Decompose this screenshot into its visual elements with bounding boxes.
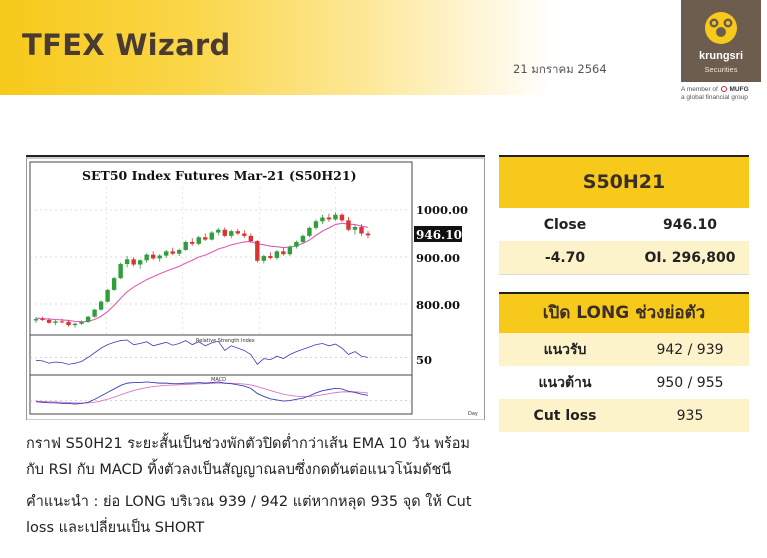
- mufg-brand: MUFG: [729, 86, 749, 93]
- logo-name: krungsri: [698, 50, 743, 62]
- open-interest-value: OI. 296,800: [644, 249, 736, 266]
- candle-body: [216, 229, 221, 233]
- price-label-1000: 1000.00: [416, 203, 468, 217]
- candle-body: [209, 232, 214, 240]
- last-price-tag: 946.10: [416, 228, 462, 242]
- logo-sub: Securities: [704, 65, 738, 74]
- price-chart: SET50 Index Futures Mar-21 (S50H21) 1000…: [26, 155, 485, 420]
- candle-body: [124, 259, 130, 265]
- candle-body: [92, 309, 97, 317]
- resistance-label: แนวต้าน: [538, 374, 592, 391]
- krungsri-logo: krungsri Securities: [681, 0, 761, 82]
- candle-body: [177, 249, 182, 254]
- candle-body: [137, 260, 143, 265]
- rsi-level-label: 50: [416, 353, 432, 367]
- candle-body: [66, 321, 71, 326]
- mufg-tagline: A member of MUFG a global financial grou…: [681, 86, 749, 102]
- candle-body: [248, 235, 254, 242]
- commentary-line-1: กราฟ S50H21 ระยะสั้นเป็นช่วงพักตัวปิดต่ำ…: [26, 436, 470, 452]
- commentary-line-4: loss และเปลี่ยนเป็น SHORT: [26, 520, 205, 536]
- cutloss-row: Cut loss 935: [499, 399, 749, 432]
- candle-body: [98, 301, 104, 310]
- rsi-indicator-label: Relative Strength Index: [196, 338, 255, 344]
- symbol-header: S50H21: [499, 155, 749, 208]
- candle-body: [274, 251, 280, 258]
- candle-body: [242, 233, 247, 236]
- chart-title: SET50 Index Futures Mar-21 (S50H21): [82, 168, 356, 183]
- resistance-value: 950 / 955: [656, 374, 724, 391]
- strategy-panel: เปิด LONG ช่วงย่อตัว แนวรับ 942 / 939 แน…: [499, 292, 749, 432]
- strategy-header: เปิด LONG ช่วงย่อตัว: [499, 292, 749, 333]
- candle-body: [105, 289, 110, 302]
- commentary: กราฟ S50H21 ระยะสั้นเป็นช่วงพักตัวปิดต่ำ…: [26, 431, 496, 541]
- chart-outer-frame: [26, 157, 485, 420]
- price-label-900: 900.00: [416, 251, 460, 265]
- mufg-dot-icon: [720, 86, 727, 93]
- support-value: 942 / 939: [656, 341, 724, 358]
- close-row: Close 946.10: [499, 208, 749, 241]
- mufg-line1: A member of: [681, 86, 718, 93]
- candle-body: [72, 323, 78, 326]
- candle-body: [85, 316, 91, 322]
- axis-end-label: Day: [468, 411, 478, 417]
- candle-body: [53, 321, 58, 323]
- candle-body: [33, 319, 39, 321]
- price-chart-svg: SET50 Index Futures Mar-21 (S50H21) 1000…: [26, 157, 485, 420]
- page-title: TFEX Wizard: [22, 28, 231, 62]
- candle-body: [352, 226, 358, 230]
- candle-body: [255, 241, 260, 261]
- support-label: แนวรับ: [543, 341, 587, 358]
- candle-body: [40, 319, 45, 321]
- candle-body: [196, 237, 201, 244]
- candle-body: [326, 217, 332, 220]
- candle-body: [333, 214, 338, 220]
- candle-body: [287, 246, 293, 255]
- quote-panel: S50H21 Close 946.10 -4.70 OI. 296,800: [499, 155, 749, 275]
- candle-body: [320, 217, 325, 222]
- candle-body: [339, 214, 345, 221]
- candle-body: [365, 233, 371, 236]
- report-date: 21 มกราคม 2564: [513, 62, 607, 76]
- candle-body: [307, 227, 312, 236]
- candle-body: [59, 321, 65, 323]
- candle-body: [150, 254, 156, 259]
- candle-body: [261, 256, 267, 261]
- candle-body: [46, 319, 52, 323]
- commentary-line-3: คำแนะนำ : ย่อ LONG บริเวณ 939 / 942 แต่ห…: [26, 494, 472, 510]
- candle-body: [131, 259, 136, 265]
- candle-body: [183, 241, 188, 250]
- candle-body: [118, 264, 123, 279]
- candle-body: [203, 237, 208, 240]
- support-row: แนวรับ 942 / 939: [499, 333, 749, 366]
- candle-body: [313, 221, 319, 228]
- candle-body: [222, 229, 227, 236]
- resistance-row: แนวต้าน 950 / 955: [499, 366, 749, 399]
- cutloss-label: Cut loss: [533, 407, 597, 424]
- candle-body: [268, 256, 273, 258]
- candle-body: [163, 251, 169, 256]
- candle-body: [346, 220, 351, 230]
- candle-body: [281, 251, 286, 255]
- mufg-line2: a global financial group: [681, 94, 748, 101]
- close-value: 946.10: [662, 216, 718, 233]
- macd-indicator-label: MACD: [211, 377, 226, 383]
- close-label: Close: [543, 216, 587, 233]
- candle-body: [79, 321, 84, 324]
- candle-body: [235, 231, 241, 234]
- commentary-line-2: กับ RSI กับ MACD ทิ้งตัวลงเป็นสัญญาณลบซึ…: [26, 462, 452, 478]
- price-label-800: 800.00: [416, 298, 460, 312]
- candle-body: [359, 226, 364, 234]
- change-value: -4.70: [544, 249, 586, 266]
- candle-body: [170, 251, 175, 254]
- candle-body: [190, 241, 195, 244]
- candle-body: [144, 254, 149, 261]
- change-row: -4.70 OI. 296,800: [499, 241, 749, 275]
- candle-body: [157, 255, 162, 259]
- candle-body: [111, 278, 117, 290]
- cutloss-value: 935: [676, 407, 704, 424]
- candle-body: [300, 235, 306, 242]
- candle-body: [229, 231, 234, 236]
- candle-body: [294, 241, 299, 247]
- krungsri-emblem-icon: [705, 12, 737, 44]
